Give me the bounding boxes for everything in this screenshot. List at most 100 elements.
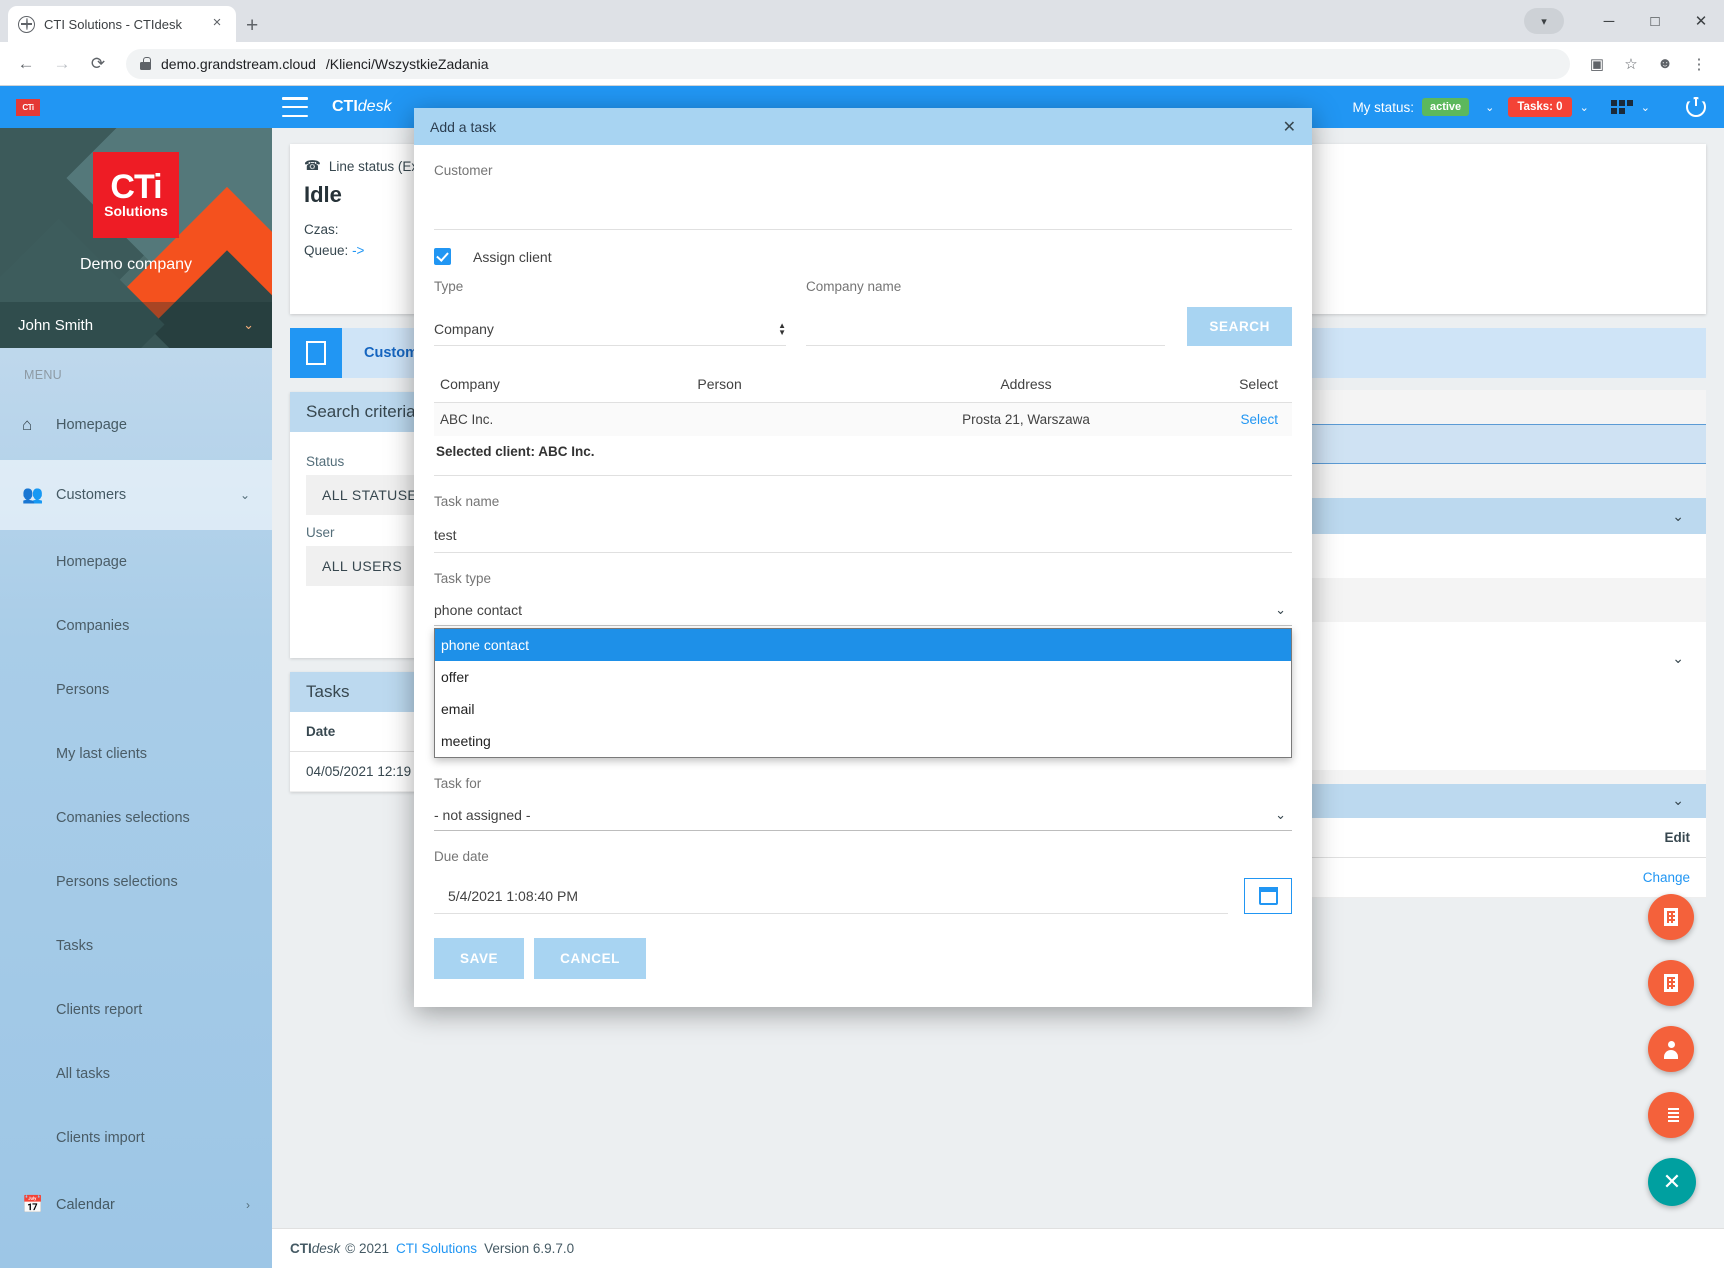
cti-solutions-logo: CTi Solutions (93, 152, 179, 238)
modal-close-icon[interactable]: ✕ (1283, 117, 1296, 137)
sidebar-subitem-tasks[interactable]: Tasks (0, 914, 272, 978)
assign-client-checkbox[interactable] (434, 248, 451, 265)
table-row[interactable]: ABC Inc. Prosta 21, Warszawa Select (434, 402, 1292, 436)
panel2-chevron-down-icon[interactable]: ⌄ (1672, 792, 1684, 809)
results-col-select: Select (1154, 366, 1292, 403)
results-col-person: Person (691, 366, 898, 403)
menu-toggle-button[interactable] (282, 97, 308, 117)
save-button[interactable]: SAVE (434, 938, 525, 979)
grid-icon[interactable] (1610, 100, 1633, 114)
customer-label: Customer (434, 163, 493, 178)
task-type-option-phone-contact[interactable]: phone contact (435, 629, 1291, 661)
assign-client-label: Assign client (473, 248, 552, 265)
translate-icon[interactable]: ▣ (1582, 49, 1612, 79)
calendar-icon (1258, 887, 1278, 905)
new-tab-button[interactable]: + (246, 15, 258, 36)
calendar-icon: 📅 (22, 1195, 44, 1214)
power-icon[interactable] (1686, 97, 1706, 117)
chevron-down-icon[interactable]: ⌄ (240, 488, 250, 502)
cancel-button[interactable]: CANCEL (534, 938, 647, 979)
tab-close-icon[interactable]: × (208, 15, 226, 33)
sidebar-subitem-all-tasks[interactable]: All tasks (0, 1042, 272, 1106)
profile-avatar-icon[interactable]: ☻ (1650, 49, 1680, 79)
sidebar-subitem-comanies-selections[interactable]: Comanies selections (0, 786, 272, 850)
task-type-option-meeting[interactable]: meeting (435, 725, 1291, 757)
sidebar-item-label: My last clients (56, 746, 148, 762)
building-icon[interactable] (1648, 960, 1694, 1006)
sidebar-subitem-my-last-clients[interactable]: My last clients (0, 722, 272, 786)
sidebar-user[interactable]: John Smith ⌄ (0, 302, 272, 348)
task-for-chevron-down-icon[interactable]: ⌄ (1275, 807, 1286, 823)
person-icon[interactable] (1648, 1026, 1694, 1072)
sidebar-item-calendar[interactable]: 📅 Calendar › (0, 1170, 272, 1240)
select-chevron-down-icon[interactable]: ⌄ (1672, 650, 1684, 667)
building-icon[interactable] (1648, 894, 1694, 940)
back-button[interactable]: ← (10, 48, 42, 80)
user-chevron-down-icon[interactable]: ⌄ (243, 317, 254, 333)
change-link[interactable]: Change (1643, 870, 1690, 885)
forward-button[interactable]: → (46, 48, 78, 80)
app-footer: CTI desk © 2021 CTI Solutions Version 6.9… (272, 1228, 1724, 1268)
chrome-profile-pill[interactable]: ▾ (1524, 8, 1564, 34)
customer-input[interactable] (434, 178, 1292, 230)
bookmark-star-icon[interactable]: ☆ (1616, 49, 1646, 79)
address-bar[interactable]: demo.grandstream.cloud/Klienci/Wszystkie… (126, 48, 1570, 79)
browser-tab[interactable]: CTI Solutions - CTIdesk × (8, 6, 236, 42)
sidebar-subitem-clients-import[interactable]: Clients import (0, 1106, 272, 1170)
dollar-icon: Ⓢ (22, 1263, 56, 1268)
search-button[interactable]: SEARCH (1187, 307, 1292, 346)
task-for-value: - not assigned - (434, 806, 531, 823)
grid-chevron-down-icon[interactable]: ⌄ (1641, 101, 1650, 114)
search-criteria-title: Search criteria (306, 402, 416, 421)
sidebar-item-customers[interactable]: 👥 Customers ⌄ (0, 460, 272, 530)
select-link[interactable]: Select (1240, 412, 1278, 427)
window-close-button[interactable]: ✕ (1678, 0, 1724, 42)
task-for-select[interactable]: - not assigned - ⌄ (434, 799, 1292, 831)
browser-menu-icon[interactable]: ⋮ (1684, 49, 1714, 79)
result-person-cell (691, 402, 898, 436)
sidebar-subitem-persons[interactable]: Persons (0, 658, 272, 722)
sidebar-item-label: Homepage (56, 417, 127, 433)
sidebar-item-homepage[interactable]: ⌂ Homepage (0, 390, 272, 460)
list-icon[interactable] (1648, 1092, 1694, 1138)
reload-button[interactable]: ⟳ (82, 48, 114, 80)
window-minimize-button[interactable]: ─ (1586, 0, 1632, 42)
task-type-chevron-down-icon[interactable]: ⌄ (1275, 602, 1286, 618)
brand-italic: desk (357, 98, 392, 115)
tasks-badge[interactable]: Tasks: 0 (1508, 97, 1572, 117)
sidebar-item-label: Persons selections (56, 874, 178, 890)
window-maximize-button[interactable]: □ (1632, 0, 1678, 42)
task-type-dropdown-list[interactable]: phone contact offer email meeting (434, 628, 1292, 758)
sidebar-subitem-clients-report[interactable]: Clients report (0, 978, 272, 1042)
sidebar: CTi Solutions Demo company John Smith ⌄ … (0, 128, 272, 1268)
sidebar-company-name: Demo company (79, 256, 193, 273)
sidebar-item-label: Clients import (56, 1130, 145, 1146)
topbar-logo-area: CTi (0, 86, 272, 128)
result-address-cell: Prosta 21, Warszawa (897, 402, 1155, 436)
task-type-label: Task type (434, 571, 492, 586)
task-name-input[interactable]: test (434, 517, 1292, 553)
selected-client-text: Selected client: ABC Inc. (434, 436, 1292, 476)
tab-favicon-icon (18, 15, 35, 33)
status-chevron-down-icon[interactable]: ⌄ (1485, 101, 1494, 114)
logo-line2: Solutions (104, 203, 168, 219)
calendar-picker-button[interactable] (1244, 878, 1292, 914)
chevron-right-icon[interactable]: › (246, 1198, 250, 1212)
sidebar-subitem-persons-selections[interactable]: Persons selections (0, 850, 272, 914)
sidebar-subitem-homepage[interactable]: Homepage (0, 530, 272, 594)
tab-doc-icon[interactable] (290, 328, 342, 378)
panel-chevron-down-icon[interactable]: ⌄ (1672, 498, 1684, 534)
footer-company-link[interactable]: CTI Solutions (396, 1241, 477, 1256)
due-date-input[interactable]: 5/4/2021 1:08:40 PM (434, 878, 1228, 914)
task-type-option-email[interactable]: email (435, 693, 1291, 725)
type-select[interactable]: Company ▲ ▼ (434, 312, 786, 346)
sidebar-subitem-companies[interactable]: Companies (0, 594, 272, 658)
tasks-chevron-down-icon[interactable]: ⌄ (1580, 101, 1589, 114)
stepper-icon[interactable]: ▲ ▼ (778, 321, 786, 336)
company-name-input[interactable] (806, 312, 1166, 346)
task-type-select[interactable]: phone contact ⌄ (434, 594, 1292, 626)
close-icon[interactable]: ✕ (1648, 1158, 1696, 1206)
modal-header: Add a task ✕ (414, 108, 1312, 145)
sidebar-item-campaigns[interactable]: ⓈCampaigns› (0, 1240, 272, 1268)
task-type-option-offer[interactable]: offer (435, 661, 1291, 693)
